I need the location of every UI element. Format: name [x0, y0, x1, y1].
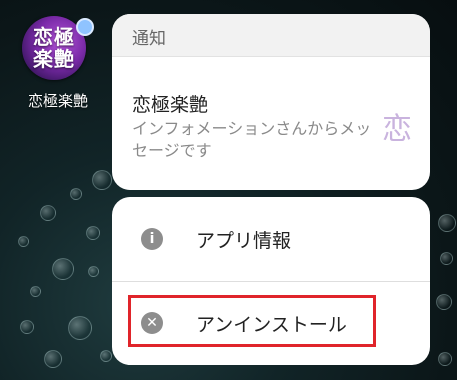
- app-icon-text-line2: 楽艶: [33, 47, 75, 71]
- notification-title: 恋極楽艶: [132, 94, 209, 116]
- notification-body: インフォメーションさんからメッセージです: [132, 119, 372, 160]
- app-label: 恋極楽艶: [27, 92, 88, 110]
- menu-item-app-info-label: アプリ情報: [196, 230, 292, 252]
- shortcut-menu: i アプリ情報 ✕ アンインストール: [112, 197, 430, 365]
- notification-card[interactable]: 通知 恋極楽艶 インフォメーションさんからメッセージです 恋: [112, 14, 430, 190]
- notification-header-label: 通知: [132, 29, 166, 49]
- menu-item-app-info[interactable]: i アプリ情報: [112, 197, 430, 282]
- info-icon: i: [141, 228, 163, 250]
- notification-dot-icon: [76, 18, 94, 36]
- close-circle-icon: ✕: [141, 312, 163, 334]
- menu-item-uninstall[interactable]: ✕ アンインストール: [112, 281, 430, 365]
- menu-item-uninstall-label: アンインストール: [196, 314, 347, 336]
- notification-app-glyph: 恋: [382, 112, 412, 147]
- app-icon-text-line1: 恋極: [33, 25, 75, 49]
